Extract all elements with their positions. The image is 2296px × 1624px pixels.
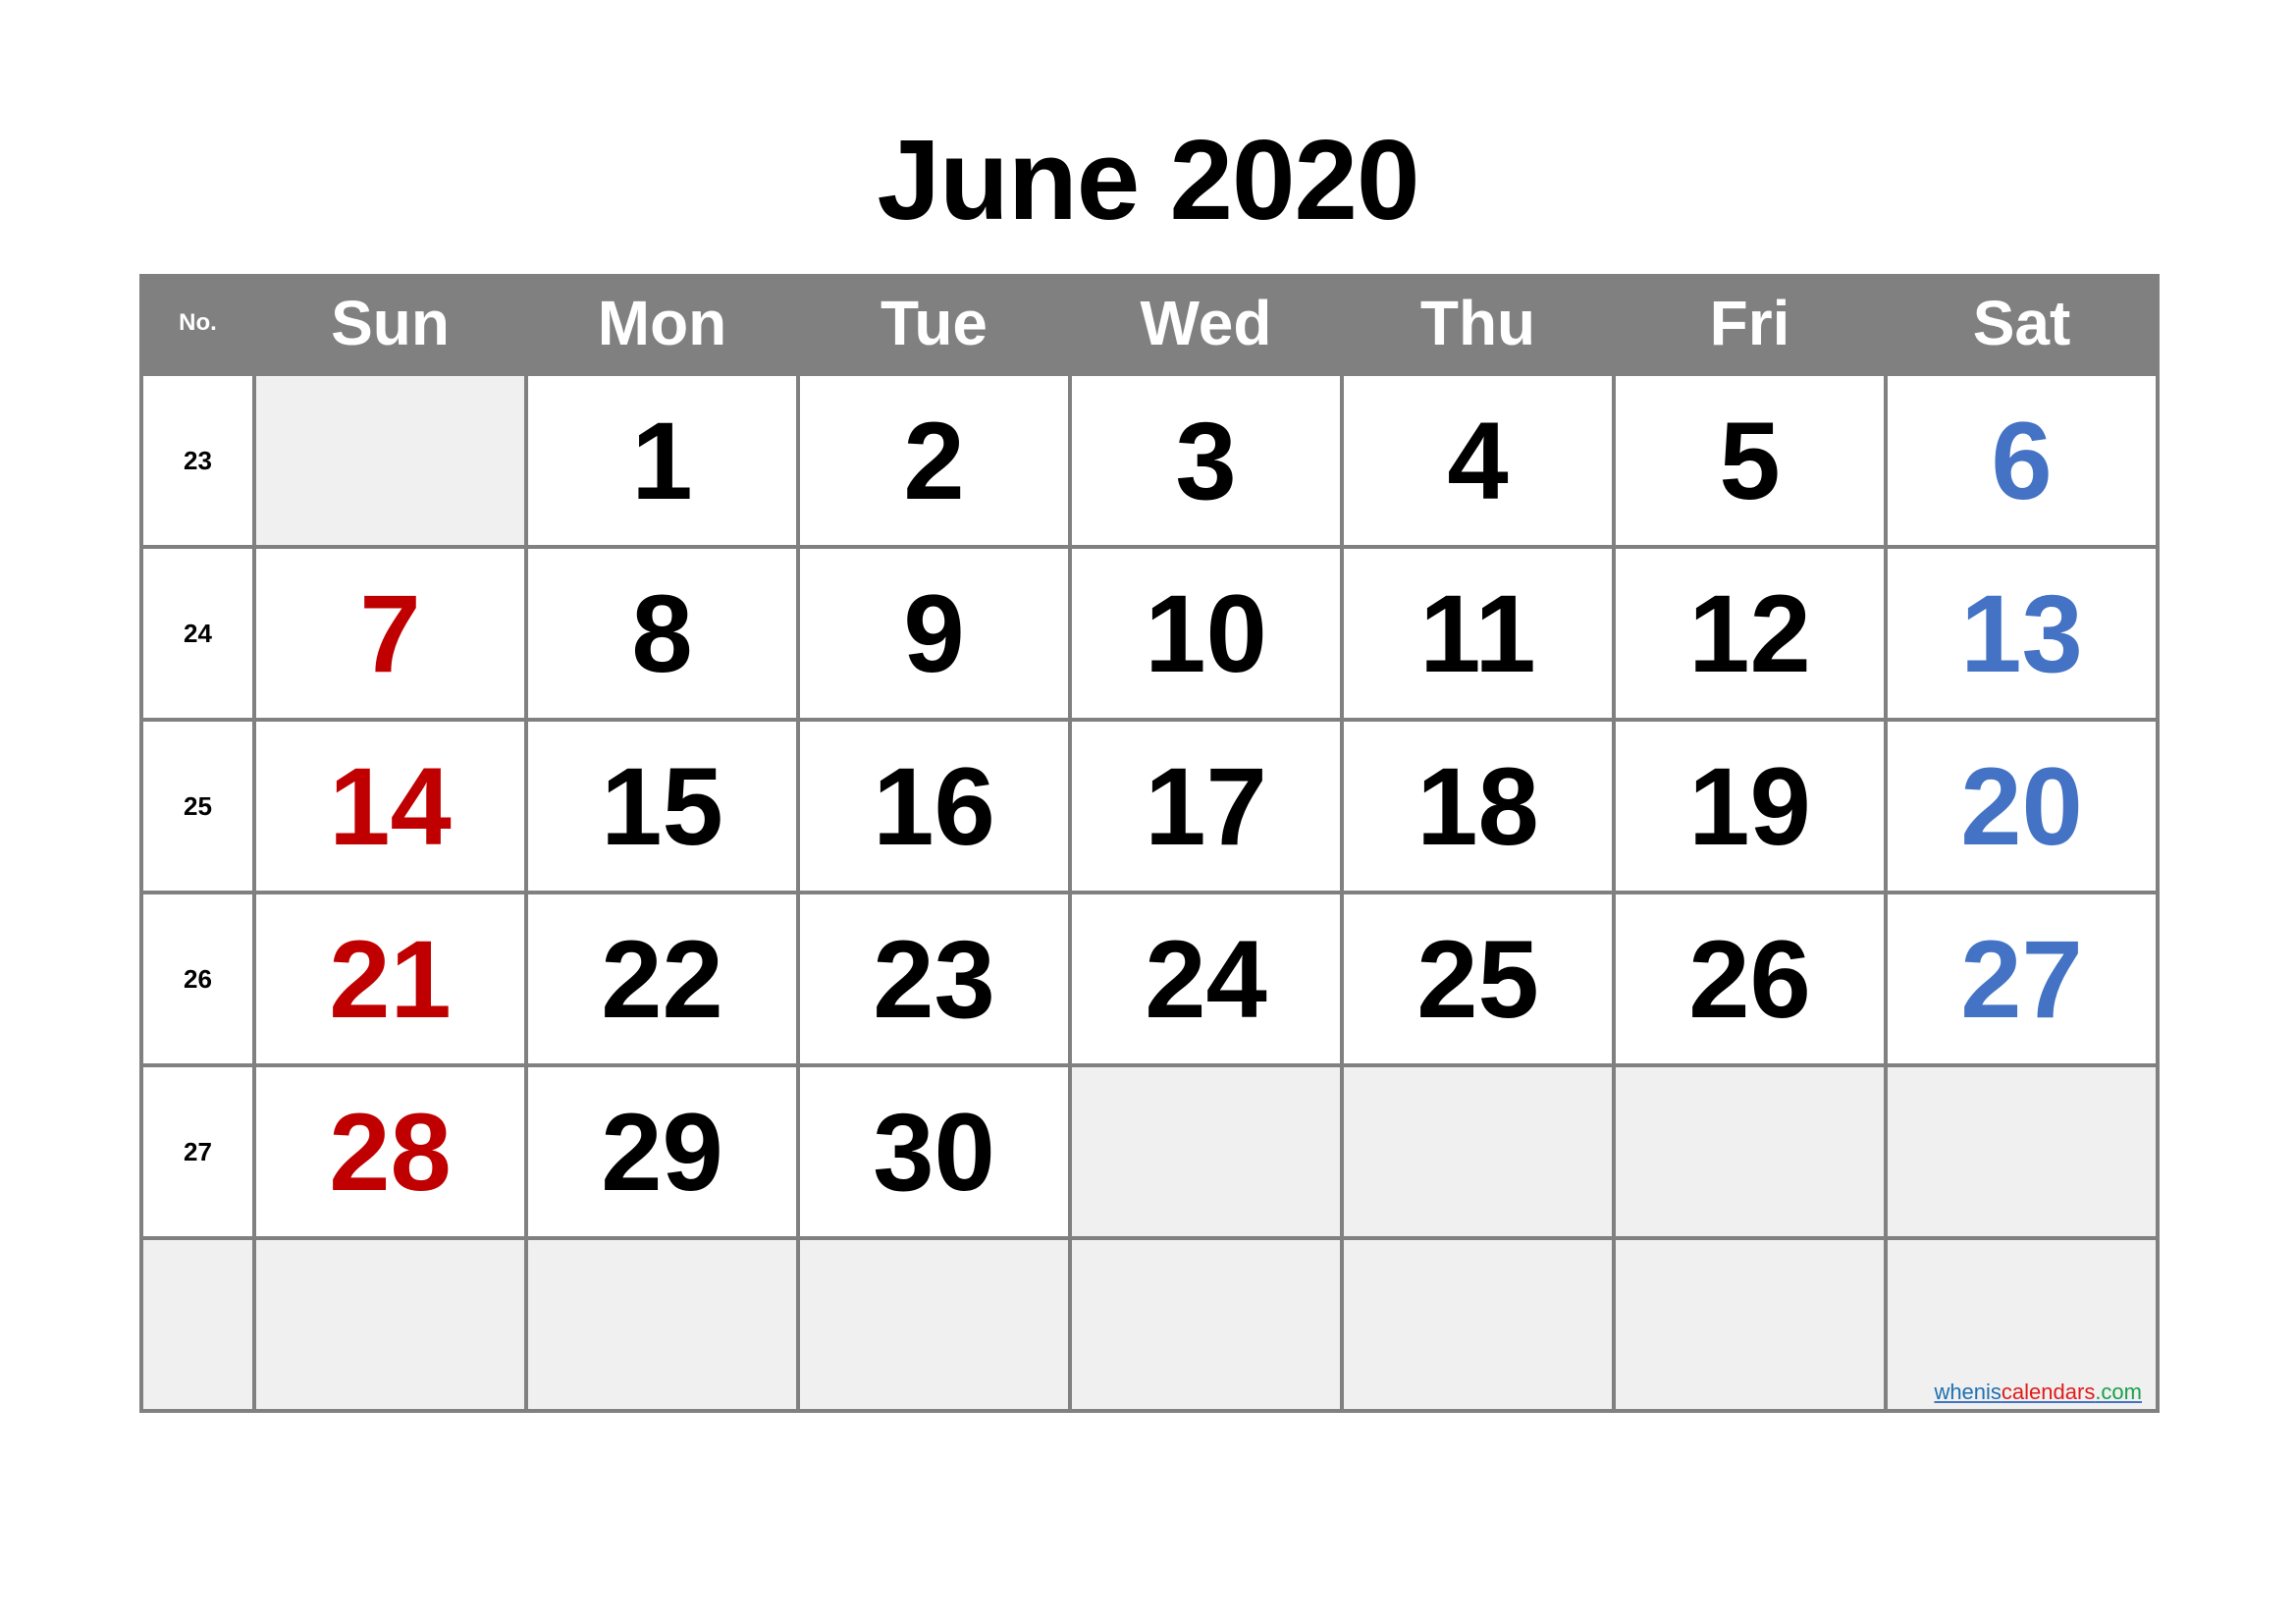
header-thu: Thu (1340, 274, 1616, 374)
header-tue: Tue (796, 274, 1072, 374)
empty-day-cell (1340, 1063, 1616, 1240)
day-cell: 13 (1884, 545, 2160, 722)
empty-day-cell (1068, 1236, 1344, 1413)
empty-day-cell (252, 1236, 528, 1413)
watermark-part: calendars (2001, 1380, 2096, 1404)
day-cell: 17 (1068, 718, 1344, 894)
day-cell: 11 (1340, 545, 1616, 722)
day-cell: 27 (1884, 891, 2160, 1067)
week-row: 27 28 29 30 (139, 1063, 2160, 1240)
header-fri: Fri (1612, 274, 1888, 374)
week-row: 25 14 15 16 17 18 19 20 (139, 718, 2160, 894)
week-row: 23 1 2 3 4 5 6 (139, 372, 2160, 549)
day-cell: 12 (1612, 545, 1888, 722)
watermark-part: .com (2095, 1380, 2142, 1404)
week-number: 26 (139, 891, 256, 1067)
day-cell: 4 (1340, 372, 1616, 549)
empty-day-cell (524, 1236, 800, 1413)
day-cell: 1 (524, 372, 800, 549)
weekday-header-row: No. Sun Mon Tue Wed Thu Fri Sat (139, 274, 2160, 374)
calendar-title: June 2020 (877, 116, 1419, 244)
watermark-part: whenis (1934, 1380, 2002, 1404)
header-wed: Wed (1068, 274, 1344, 374)
week-number: 27 (139, 1063, 256, 1240)
day-cell: 23 (796, 891, 1072, 1067)
day-cell: 25 (1340, 891, 1616, 1067)
day-cell: 22 (524, 891, 800, 1067)
week-row: 24 7 8 9 10 11 12 13 (139, 545, 2160, 722)
header-sat: Sat (1884, 274, 2160, 374)
day-cell: 15 (524, 718, 800, 894)
empty-day-cell (1340, 1236, 1616, 1413)
header-sun: Sun (252, 274, 528, 374)
day-cell: 14 (252, 718, 528, 894)
day-cell: 29 (524, 1063, 800, 1240)
day-cell: 3 (1068, 372, 1344, 549)
day-cell: 5 (1612, 372, 1888, 549)
empty-day-cell: wheniscalendars.com (1884, 1236, 2160, 1413)
day-cell: 26 (1612, 891, 1888, 1067)
day-cell: 18 (1340, 718, 1616, 894)
empty-day-cell (1612, 1236, 1888, 1413)
day-cell: 16 (796, 718, 1072, 894)
header-mon: Mon (524, 274, 800, 374)
day-cell: 30 (796, 1063, 1072, 1240)
week-number: 23 (139, 372, 256, 549)
day-cell: 9 (796, 545, 1072, 722)
empty-day-cell (1068, 1063, 1344, 1240)
day-cell: 24 (1068, 891, 1344, 1067)
watermark-link[interactable]: wheniscalendars.com (1934, 1380, 2142, 1405)
empty-day-cell (252, 372, 528, 549)
week-row: 26 21 22 23 24 25 26 27 (139, 891, 2160, 1067)
week-number: 24 (139, 545, 256, 722)
empty-day-cell (796, 1236, 1072, 1413)
day-cell: 28 (252, 1063, 528, 1240)
week-row: wheniscalendars.com (139, 1236, 2160, 1413)
day-cell: 7 (252, 545, 528, 722)
week-number (139, 1236, 256, 1413)
empty-day-cell (1612, 1063, 1888, 1240)
empty-day-cell (1884, 1063, 2160, 1240)
day-cell: 21 (252, 891, 528, 1067)
day-cell: 19 (1612, 718, 1888, 894)
week-number: 25 (139, 718, 256, 894)
week-number-header: No. (139, 274, 256, 374)
day-cell: 6 (1884, 372, 2160, 549)
day-cell: 20 (1884, 718, 2160, 894)
day-cell: 8 (524, 545, 800, 722)
calendar-grid: No. Sun Mon Tue Wed Thu Fri Sat 23 1 2 3 4 5 6… (139, 274, 2160, 1413)
day-cell: 10 (1068, 545, 1344, 722)
day-cell: 2 (796, 372, 1072, 549)
